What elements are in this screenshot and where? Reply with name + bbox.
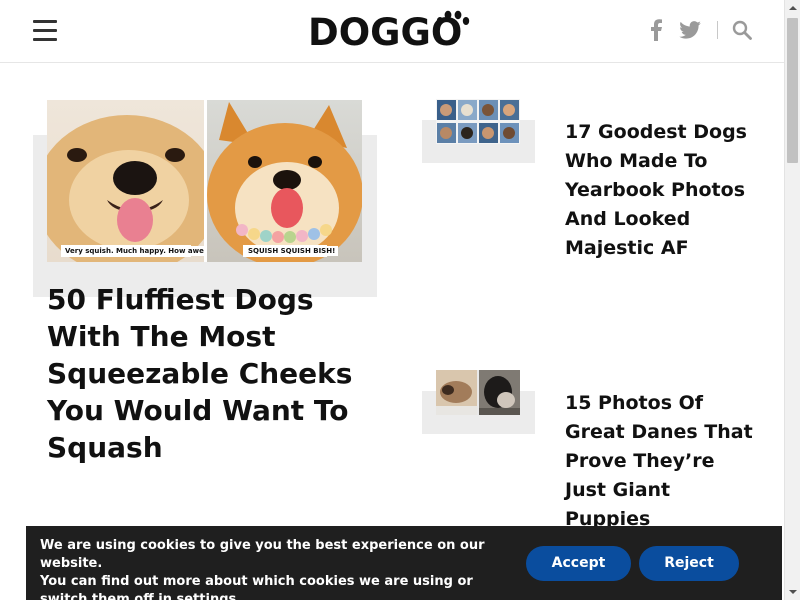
search-icon[interactable] [732, 20, 752, 40]
cookie-message-period: . [236, 592, 242, 600]
cookie-message: We are using cookies to give you the bes… [40, 537, 510, 600]
reject-cookies-button[interactable]: Reject [639, 546, 739, 581]
accept-cookies-button[interactable]: Accept [526, 546, 631, 581]
site-header: DOGGO [0, 0, 784, 63]
scroll-up-arrow-icon[interactable] [785, 0, 800, 16]
paw-icon [436, 10, 470, 25]
cookie-message-line2: You can find out more about which cookie… [40, 574, 473, 600]
shiba-inu-photo: SQUISH SQUISH BISH! [207, 100, 362, 262]
site-logo[interactable]: DOGGO [308, 9, 470, 55]
featured-article-title[interactable]: 50 Fluffiest Dogs With The Most Squeezab… [47, 281, 367, 466]
article-thumbnail[interactable] [436, 99, 520, 144]
scroll-down-arrow-icon[interactable] [785, 584, 800, 600]
featured-image[interactable]: Very squish. Much happy. How awesome. [47, 100, 362, 262]
twitter-icon[interactable] [679, 21, 701, 39]
facebook-icon[interactable] [649, 19, 663, 41]
golden-retriever-photo: Very squish. Much happy. How awesome. [47, 100, 204, 262]
article-thumbnail[interactable] [436, 370, 520, 415]
scrollbar-thumb[interactable] [787, 18, 798, 163]
article-title[interactable]: 17 Goodest Dogs Who Made To Yearbook Pho… [565, 118, 755, 263]
image-caption: Very squish. Much happy. How awesome. [62, 246, 204, 256]
cookie-consent-bar: We are using cookies to give you the bes… [26, 526, 782, 600]
header-divider [717, 21, 718, 39]
hamburger-menu-icon[interactable] [33, 20, 57, 42]
image-caption: SQUISH SQUISH BISH! [245, 246, 339, 256]
cookie-message-line1: We are using cookies to give you the bes… [40, 538, 485, 571]
cookie-settings-link[interactable]: settings [177, 592, 237, 600]
article-title[interactable]: 15 Photos Of Great Danes That Prove They… [565, 389, 755, 534]
page-scrollbar[interactable] [784, 0, 800, 600]
